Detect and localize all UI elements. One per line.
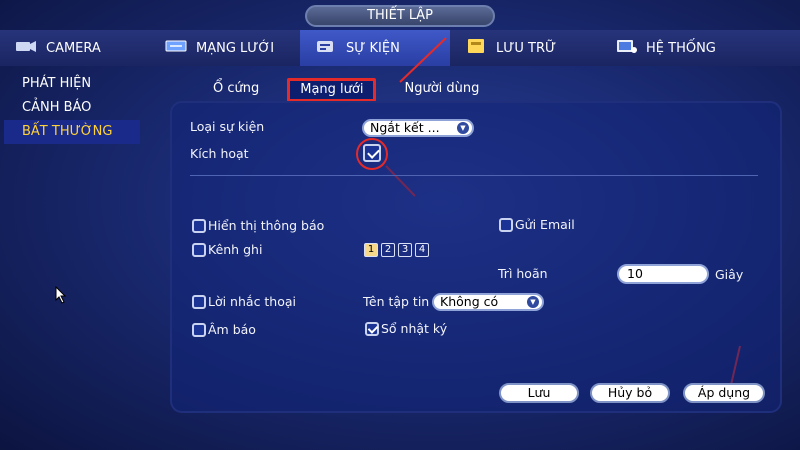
cancel-button[interactable]: Hủy bỏ (590, 383, 670, 403)
channel-3-toggle[interactable]: 3 (398, 243, 412, 257)
tab-network[interactable]: MẠNG LƯỚI (150, 30, 300, 66)
apply-button[interactable]: Áp dụng (683, 383, 765, 403)
subtab-network[interactable]: Mạng lưới (287, 78, 377, 102)
record-channel-checkbox[interactable] (192, 243, 206, 257)
event-type-label: Loại sự kiện (190, 119, 265, 134)
show-message-label: Hiển thị thông báo (208, 218, 325, 233)
tab-event[interactable]: SỰ KIỆN (300, 30, 450, 66)
log-label: Sổ nhật ký (381, 321, 448, 336)
cancel-button-label: Hủy bỏ (607, 385, 653, 400)
sidebar-item-label: PHÁT HIỆN (22, 76, 92, 91)
voice-prompt-label: Lời nhắc thoại (208, 294, 297, 309)
event-type-select[interactable]: Ngắt kết ... ▼ (362, 119, 474, 137)
tab-storage[interactable]: LƯU TRỮ (450, 30, 600, 66)
sidebar: PHÁT HIỆN CẢNH BÁO BẤT THƯỜNG (0, 72, 145, 144)
buzzer-checkbox[interactable] (192, 323, 206, 337)
log-checkbox[interactable] (365, 322, 379, 336)
tab-storage-label: LƯU TRỮ (496, 40, 557, 56)
channel-number: 1 (367, 244, 375, 255)
top-nav: CAMERA MẠNG LƯỚI SỰ KIỆN LƯU TRỮ HỆ THỐN… (0, 30, 800, 66)
sidebar-item-abnormal[interactable]: BẤT THƯỜNG (4, 120, 140, 144)
save-button[interactable]: Lưu (499, 383, 579, 403)
subtab-label: Ổ cứng (213, 81, 260, 96)
system-icon (614, 38, 638, 58)
sidebar-item-label: BẤT THƯỜNG (22, 124, 113, 139)
channel-number: 3 (401, 244, 409, 255)
tab-event-label: SỰ KIỆN (346, 40, 400, 56)
highlight-circle (356, 138, 388, 170)
sub-tabs: Ổ cứng Mạng lưới Người dùng (195, 78, 497, 102)
subtab-hdd[interactable]: Ổ cứng (195, 78, 277, 102)
buzzer-label: Âm báo (208, 322, 256, 337)
record-channel-label: Kênh ghi (208, 242, 263, 257)
enable-label: Kích hoạt (190, 146, 249, 161)
tab-system-label: HỆ THỐNG (646, 40, 716, 56)
file-name-label: Tên tập tin (363, 294, 430, 309)
subtab-label: Mạng lưới (300, 82, 364, 97)
storage-icon (464, 38, 488, 58)
apply-button-label: Áp dụng (697, 385, 751, 400)
subtab-label: Người dùng (404, 81, 480, 96)
event-icon (314, 38, 338, 58)
channel-4-toggle[interactable]: 4 (415, 243, 429, 257)
file-name-value: Không có (440, 294, 499, 309)
save-button-label: Lưu (527, 385, 551, 400)
tab-system[interactable]: HỆ THỐNG (600, 30, 750, 66)
window-title: THIẾT LẬP (305, 5, 495, 27)
tab-camera[interactable]: CAMERA (0, 30, 150, 66)
send-email-checkbox[interactable] (499, 218, 513, 232)
event-type-value: Ngắt kết ... (370, 120, 440, 135)
voice-prompt-checkbox[interactable] (192, 295, 206, 309)
file-name-select[interactable]: Không có ▼ (432, 293, 544, 311)
channel-1-toggle[interactable]: 1 (364, 243, 378, 257)
send-email-label: Gửi Email (515, 217, 575, 232)
network-icon (164, 38, 188, 58)
sidebar-item-alarm[interactable]: CẢNH BÁO (0, 96, 145, 120)
delay-label: Trì hoãn (498, 266, 548, 281)
divider (190, 175, 758, 176)
tab-camera-label: CAMERA (46, 40, 101, 56)
delay-value: 10 (627, 266, 643, 281)
mouse-cursor-icon (55, 286, 67, 304)
delay-unit: Giây (715, 267, 744, 282)
channel-number: 2 (384, 244, 392, 255)
camera-icon (14, 38, 38, 58)
show-message-checkbox[interactable] (192, 219, 206, 233)
chevron-down-icon: ▼ (527, 296, 539, 308)
sidebar-item-label: CẢNH BÁO (22, 100, 92, 115)
channel-number: 4 (418, 244, 426, 255)
subtab-user[interactable]: Người dùng (386, 78, 497, 102)
chevron-down-icon: ▼ (457, 122, 469, 134)
delay-input[interactable]: 10 (617, 264, 709, 284)
window-title-text: THIẾT LẬP (367, 8, 433, 23)
sidebar-item-detect[interactable]: PHÁT HIỆN (0, 72, 145, 96)
tab-network-label: MẠNG LƯỚI (196, 40, 275, 56)
content-panel (170, 101, 782, 413)
channel-2-toggle[interactable]: 2 (381, 243, 395, 257)
